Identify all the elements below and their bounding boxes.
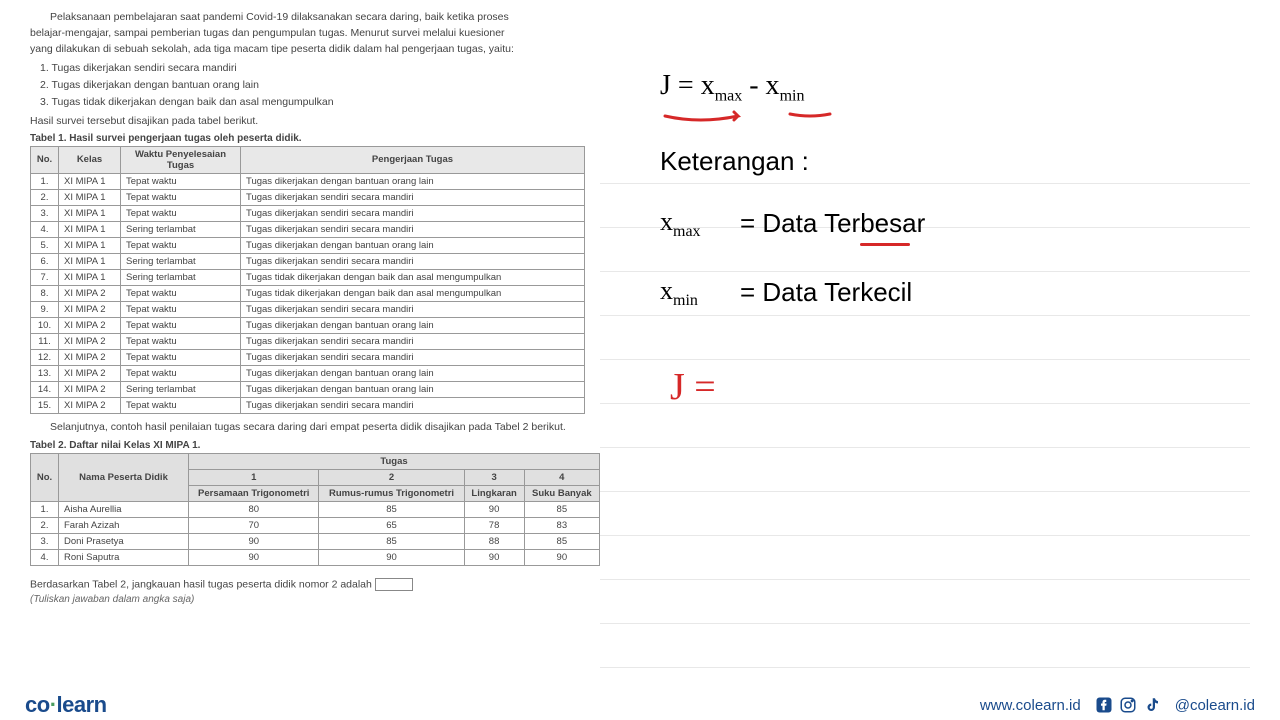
table-row: 8.XI MIPA 2Tepat waktuTugas tidak dikerj… bbox=[31, 285, 585, 301]
table-row: 3.XI MIPA 1Tepat waktuTugas dikerjakan s… bbox=[31, 205, 585, 221]
tiktok-icon bbox=[1143, 696, 1161, 714]
intro-text: Pelaksanaan pembelajaran saat pandemi Co… bbox=[30, 10, 580, 57]
t2-c1: 1 bbox=[189, 470, 319, 486]
facebook-icon bbox=[1095, 696, 1113, 714]
t2-c3: 3 bbox=[464, 470, 524, 486]
afternote: Selanjutnya, contoh hasil penilaian tuga… bbox=[30, 420, 580, 435]
explanation-panel: J = xmax - xmin Keterangan : xmax = Data… bbox=[600, 0, 1280, 720]
t2-s4: Suku Banyak bbox=[524, 486, 599, 502]
t2-h-no: No. bbox=[31, 454, 59, 502]
instagram-icon bbox=[1119, 696, 1137, 714]
table-row: 11.XI MIPA 2Tepat waktuTugas dikerjakan … bbox=[31, 333, 585, 349]
colearn-logo: co·learn bbox=[25, 692, 107, 718]
handwritten-j-equals: J = bbox=[670, 365, 1250, 409]
table-row: 3.Doni Prasetya90858885 bbox=[31, 534, 600, 550]
footer-handle: @colearn.id bbox=[1175, 697, 1255, 714]
table-row: 4.Roni Saputra90909090 bbox=[31, 550, 600, 566]
xmin-definition: xmin = Data Terkecil bbox=[660, 276, 1250, 310]
social-icons bbox=[1095, 696, 1161, 714]
table2-caption: Tabel 2. Daftar nilai Kelas XI MIPA 1. bbox=[30, 440, 580, 451]
t2-c4: 4 bbox=[524, 470, 599, 486]
table-row: 7.XI MIPA 1Sering terlambatTugas tidak d… bbox=[31, 269, 585, 285]
t2-h-tugas: Tugas bbox=[189, 454, 600, 470]
answer-box[interactable] bbox=[375, 578, 413, 591]
table-row: 9.XI MIPA 2Tepat waktuTugas dikerjakan s… bbox=[31, 301, 585, 317]
table-row: 1.XI MIPA 1Tepat waktuTugas dikerjakan d… bbox=[31, 173, 585, 189]
t2-s3: Lingkaran bbox=[464, 486, 524, 502]
list-item-3: 3. Tugas tidak dikerjakan dengan baik da… bbox=[40, 95, 580, 111]
footer: co·learn www.colearn.id @colearn.id bbox=[0, 690, 1280, 720]
table-row: 15.XI MIPA 2Tepat waktuTugas dikerjakan … bbox=[31, 397, 585, 413]
table-row: 6.XI MIPA 1Sering terlambatTugas dikerja… bbox=[31, 253, 585, 269]
question-text: Berdasarkan Tabel 2, jangkauan hasil tug… bbox=[30, 578, 580, 591]
dot-icon: · bbox=[50, 692, 57, 717]
table-row: 13.XI MIPA 2Tepat waktuTugas dikerjakan … bbox=[31, 365, 585, 381]
t1-h-peng: Pengerjaan Tugas bbox=[241, 146, 585, 173]
table-row: 4.XI MIPA 1Sering terlambatTugas dikerja… bbox=[31, 221, 585, 237]
table-1: No. Kelas Waktu Penyelesaian Tugas Penge… bbox=[30, 146, 585, 414]
instruction-text: (Tuliskan jawaban dalam angka saja) bbox=[30, 594, 580, 605]
t2-c2: 2 bbox=[319, 470, 464, 486]
t1-h-no: No. bbox=[31, 146, 59, 173]
footer-url: www.colearn.id bbox=[980, 697, 1081, 714]
intro-line2: belajar-mengajar, sampai pemberian tugas… bbox=[30, 27, 505, 39]
t1-h-waktu: Waktu Penyelesaian Tugas bbox=[121, 146, 241, 173]
t1-h-kelas: Kelas bbox=[59, 146, 121, 173]
table-row: 2.XI MIPA 1Tepat waktuTugas dikerjakan s… bbox=[31, 189, 585, 205]
ordered-list: 1. Tugas dikerjakan sendiri secara mandi… bbox=[40, 61, 580, 110]
table-row: 1.Aisha Aurellia80859085 bbox=[31, 502, 600, 518]
t2-s1: Persamaan Trigonometri bbox=[189, 486, 319, 502]
red-underline-arrow bbox=[660, 106, 1250, 126]
range-formula: J = xmax - xmin bbox=[660, 70, 1250, 106]
t2-s2: Rumus-rumus Trigonometri bbox=[319, 486, 464, 502]
question-panel: Pelaksanaan pembelajaran saat pandemi Co… bbox=[0, 0, 600, 720]
table1-caption: Tabel 1. Hasil survei pengerjaan tugas o… bbox=[30, 133, 580, 144]
list-item-2: 2. Tugas dikerjakan dengan bantuan orang… bbox=[40, 78, 580, 94]
table-row: 5.XI MIPA 1Tepat waktuTugas dikerjakan d… bbox=[31, 237, 585, 253]
table-row: 14.XI MIPA 2Sering terlambatTugas dikerj… bbox=[31, 381, 585, 397]
xmax-definition: xmax = Data Terbesar bbox=[660, 207, 1250, 241]
intro-line1: Pelaksanaan pembelajaran saat pandemi Co… bbox=[50, 11, 509, 23]
list-item-1: 1. Tugas dikerjakan sendiri secara mandi… bbox=[40, 61, 580, 77]
red-underline-icon bbox=[860, 243, 910, 246]
table-row: 12.XI MIPA 2Tepat waktuTugas dikerjakan … bbox=[31, 349, 585, 365]
hasil-text: Hasil survei tersebut disajikan pada tab… bbox=[30, 115, 580, 127]
table-row: 10.XI MIPA 2Tepat waktuTugas dikerjakan … bbox=[31, 317, 585, 333]
t2-h-nama: Nama Peserta Didik bbox=[59, 454, 189, 502]
intro-line3: yang dilakukan di sebuah sekolah, ada ti… bbox=[30, 43, 514, 55]
keterangan-label: Keterangan : bbox=[660, 146, 1250, 177]
table-row: 2.Farah Azizah70657883 bbox=[31, 518, 600, 534]
table-2: No. Nama Peserta Didik Tugas 1 2 3 4 Per… bbox=[30, 453, 600, 566]
